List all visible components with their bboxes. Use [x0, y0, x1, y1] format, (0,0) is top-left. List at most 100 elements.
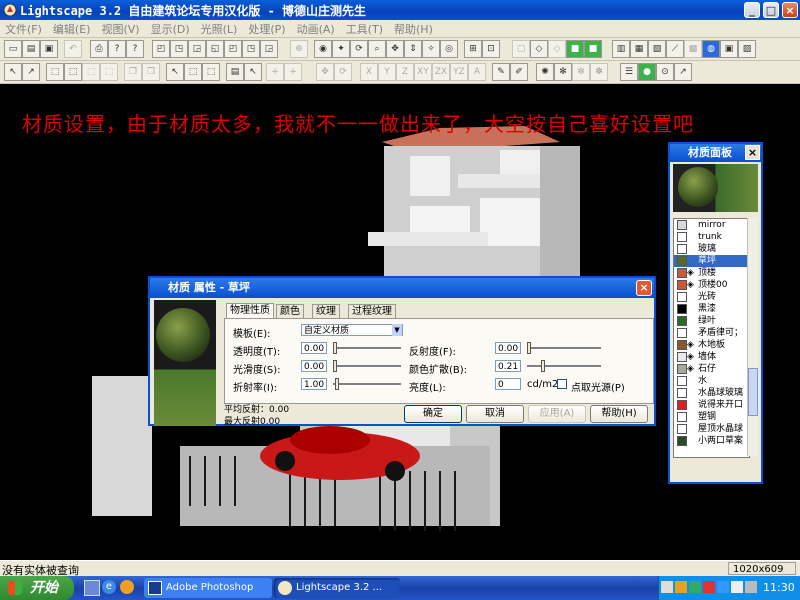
views-icon[interactable]: ▩ [684, 40, 702, 58]
zoom-window-icon[interactable]: ⊞ [464, 40, 482, 58]
brush-icon[interactable]: ✐ [510, 63, 528, 81]
axis-z-button[interactable]: Z [396, 63, 414, 81]
zoom-extents-icon[interactable]: ⊕ [290, 40, 308, 58]
close-button[interactable]: × [782, 2, 798, 18]
light-on-icon[interactable]: ● [638, 63, 656, 81]
view-icon-1[interactable]: ◰ [152, 40, 170, 58]
layers-icon[interactable]: ▥ [612, 40, 630, 58]
select-arrow-icon[interactable]: ↖ [4, 63, 22, 81]
view-icon-2[interactable]: ◳ [170, 40, 188, 58]
print-icon[interactable]: ⎙ [90, 40, 108, 58]
view-icon-4[interactable]: ◱ [206, 40, 224, 58]
slider-knob[interactable] [541, 360, 545, 372]
tray-icon-2[interactable] [675, 581, 687, 593]
slider-knob[interactable] [333, 342, 337, 354]
copy-icon[interactable]: ❐ [124, 63, 142, 81]
spin-icon[interactable]: ◎ [440, 40, 458, 58]
material-list-item[interactable]: ◈ 顶楼00 [674, 279, 749, 291]
walk-icon[interactable]: ✦ [332, 40, 350, 58]
close-icon[interactable]: × [636, 280, 652, 296]
paint-icon[interactable]: ✎ [492, 63, 510, 81]
save-icon[interactable]: ▣ [40, 40, 58, 58]
reflectance-input[interactable]: 0.00 [495, 342, 521, 354]
material-list-item[interactable]: 玻璃 [674, 243, 749, 255]
light-edit-icon[interactable]: ↗ [674, 63, 692, 81]
menu-help[interactable]: 帮助(H) [389, 20, 439, 37]
transparency-slider[interactable] [333, 342, 401, 354]
show-desktop-icon[interactable] [84, 580, 100, 596]
image-icon[interactable]: ▨ [738, 40, 756, 58]
menu-tools[interactable]: 工具(T) [341, 20, 389, 37]
view-icon-7[interactable]: ◲ [260, 40, 278, 58]
pick-icon[interactable]: ↖ [166, 63, 184, 81]
stack-icon[interactable]: ☰ [620, 63, 638, 81]
transparency-input[interactable]: 0.00 [301, 342, 327, 354]
media-player-icon[interactable] [120, 580, 134, 594]
refraction-input[interactable]: 1.00 [301, 378, 327, 390]
plane-yz-button[interactable]: YZ [450, 63, 468, 81]
point-light-checkbox[interactable] [557, 379, 567, 389]
taskbar-lightscape[interactable]: Lightscape 3.2 ... [274, 578, 400, 598]
light-pick-icon[interactable]: ⊙ [656, 63, 674, 81]
material-list-item[interactable]: 矛盾律可； [674, 327, 749, 339]
dialog-title-bar[interactable]: 材质 属性 - 草坪 × [150, 278, 654, 298]
menu-light[interactable]: 光照(L) [196, 20, 244, 37]
materials-icon[interactable]: ▦ [630, 40, 648, 58]
query-icon[interactable]: ⬚ [184, 63, 202, 81]
render-icon[interactable]: ▣ [720, 40, 738, 58]
close-icon[interactable]: × [745, 145, 760, 160]
select-lamp-icon[interactable]: ↗ [22, 63, 40, 81]
open-folder-icon[interactable]: ▤ [22, 40, 40, 58]
tray-icon-6[interactable] [731, 581, 743, 593]
context-help-icon[interactable]: ? [126, 40, 144, 58]
menu-edit[interactable]: 编辑(E) [48, 20, 97, 37]
figure-walk-icon[interactable]: ✻ [554, 63, 572, 81]
menu-file[interactable]: 文件(F) [0, 20, 48, 37]
menu-process[interactable]: 处理(P) [243, 20, 291, 37]
lamps-icon[interactable]: ⟋ [666, 40, 684, 58]
material-list-item[interactable]: 小两口草案 [674, 435, 749, 447]
material-list-item[interactable]: 屋顶水晶球 [674, 423, 749, 435]
view-icon-5[interactable]: ◰ [224, 40, 242, 58]
maximize-button[interactable]: □ [763, 2, 779, 18]
tray-icon-5[interactable] [717, 581, 729, 593]
properties-icon[interactable]: ▤ [226, 63, 244, 81]
material-list-scrollbar[interactable] [747, 218, 758, 456]
minimize-button[interactable]: _ [744, 2, 760, 18]
taskbar-photoshop[interactable]: Adobe Photoshop [144, 578, 272, 598]
figure-run-icon[interactable]: ✺ [536, 63, 554, 81]
material-panel[interactable]: 材质面板 × mirror trunk 玻璃 草坪 ◈ 顶楼 ◈ 顶楼00 光砖 黑漆 绿叶 矛盾律可… [668, 142, 763, 484]
blocks-icon[interactable]: ▧ [648, 40, 666, 58]
cube-solid-icon[interactable]: ■ [566, 40, 584, 58]
material-list[interactable]: mirror trunk 玻璃 草坪 ◈ 顶楼 ◈ 顶楼00 光砖 黑漆 绿叶 矛盾律可； ◈ 木地板 ◈ 墙… [673, 218, 750, 458]
title-bar[interactable]: Lightscape 3.2 自由建筑论坛专用汉化版 - 博德山庄测先生 _ □… [0, 0, 800, 20]
view-icon-6[interactable]: ◳ [242, 40, 260, 58]
reflectance-slider[interactable] [527, 342, 601, 354]
view-icon-3[interactable]: ◲ [188, 40, 206, 58]
paste-icon[interactable]: ❐ [142, 63, 160, 81]
plane-zx-button[interactable]: ZX [432, 63, 450, 81]
help-button[interactable]: 帮助(H) [590, 405, 648, 423]
material-list-item[interactable]: mirror [674, 219, 749, 231]
tab-procedural-texture[interactable]: 过程纹理 [348, 304, 396, 318]
query-surface-icon[interactable]: ⬚ [202, 63, 220, 81]
scrollbar-thumb[interactable] [748, 368, 758, 416]
material-panel-title-bar[interactable]: 材质面板 × [670, 144, 761, 162]
slider-knob[interactable] [527, 342, 531, 354]
template-select[interactable]: 自定义材质 ▼ [301, 324, 403, 336]
ie-icon[interactable]: e [102, 580, 116, 594]
pan-icon[interactable]: ✥ [386, 40, 404, 58]
help-icon[interactable]: ? [108, 40, 126, 58]
dolly-icon[interactable]: ⇕ [404, 40, 422, 58]
tray-icon-1[interactable] [661, 581, 673, 593]
select-material-icon[interactable]: ⬚ [64, 63, 82, 81]
smoothness-input[interactable]: 0.00 [301, 360, 327, 372]
menu-view[interactable]: 视图(V) [96, 20, 145, 37]
select-block-icon[interactable]: ⬚ [82, 63, 100, 81]
rotate-object-icon[interactable]: ⟳ [334, 63, 352, 81]
eye-icon[interactable]: ◉ [314, 40, 332, 58]
slider-knob[interactable] [333, 360, 337, 372]
material-list-item[interactable]: 黑漆 [674, 303, 749, 315]
cube-outline-icon[interactable]: ◇ [530, 40, 548, 58]
tray-icon-3[interactable] [689, 581, 701, 593]
